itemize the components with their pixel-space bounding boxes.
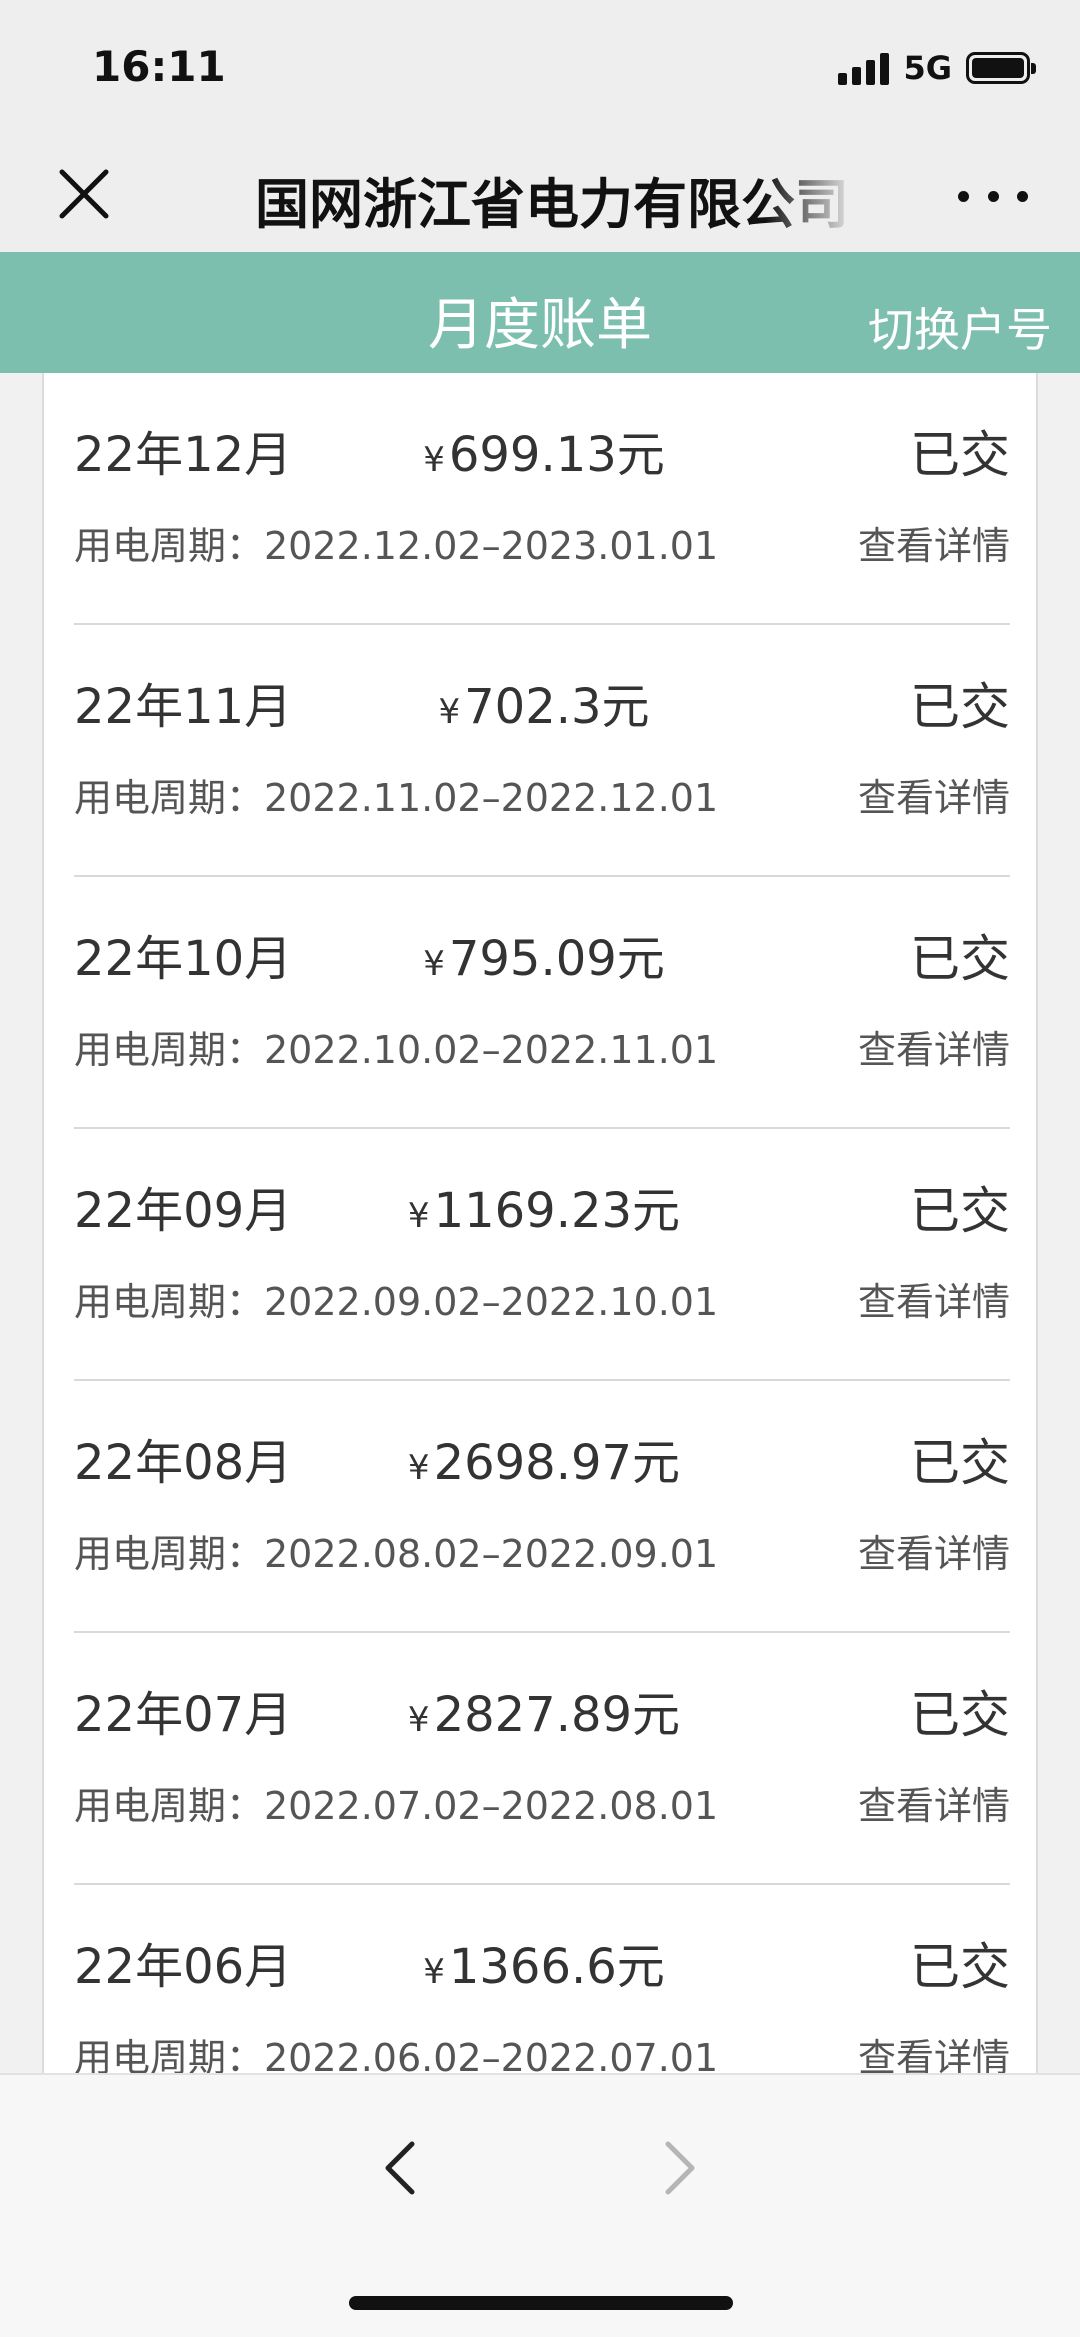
chevron-right-icon	[665, 2141, 695, 2195]
bill-list: 22年12月 ¥699.13元 已交 用电周期：2022.12.02–2023.…	[42, 373, 1038, 2073]
page-header: 月度账单 切换户号	[0, 252, 1080, 373]
bill-month: 22年07月	[74, 1687, 293, 1743]
bill-amount: ¥1366.6元	[423, 1939, 665, 1995]
close-button[interactable]	[52, 162, 116, 226]
more-button[interactable]	[958, 166, 1028, 226]
bill-item: 22年12月 ¥699.13元 已交 用电周期：2022.12.02–2023.…	[74, 373, 1010, 625]
bill-month: 22年12月	[74, 427, 293, 483]
bill-period: 用电周期：2022.09.02–2022.10.01	[74, 1280, 719, 1324]
battery-icon	[966, 52, 1036, 84]
bill-item: 22年10月 ¥795.09元 已交 用电周期：2022.10.02–2022.…	[74, 877, 1010, 1129]
bill-month: 22年06月	[74, 1939, 293, 1995]
bill-period: 用电周期：2022.11.02–2022.12.01	[74, 776, 719, 820]
bill-period: 用电周期：2022.10.02–2022.11.01	[74, 1028, 719, 1072]
bill-month: 22年11月	[74, 679, 293, 735]
bill-amount: ¥795.09元	[423, 931, 665, 987]
forward-button[interactable]	[650, 2133, 710, 2203]
bill-item: 22年11月 ¥702.3元 已交 用电周期：2022.11.02–2022.1…	[74, 625, 1010, 877]
status-icons: 5G	[838, 48, 1036, 88]
home-indicator	[349, 2296, 733, 2310]
signal-icon	[838, 51, 890, 85]
bill-period: 用电周期：2022.12.02–2023.01.01	[74, 524, 719, 568]
bill-amount: ¥702.3元	[438, 679, 650, 735]
status-bar: 16:11 5G	[0, 0, 1080, 136]
view-detail-link[interactable]: 查看详情	[858, 1775, 1010, 1830]
bill-month: 22年08月	[74, 1435, 293, 1491]
bill-status: 已交	[910, 678, 1010, 736]
network-type: 5G	[903, 49, 952, 87]
bill-month: 22年10月	[74, 931, 293, 987]
nav-title: 国网浙江省电力有限公司	[255, 173, 849, 236]
bill-amount: ¥1169.23元	[407, 1183, 681, 1239]
nav-bar: 国网浙江省电力有限公司	[0, 136, 1080, 252]
bill-period: 用电周期：2022.07.02–2022.08.01	[74, 1784, 719, 1828]
bill-amount: ¥2698.97元	[407, 1435, 681, 1491]
close-icon	[59, 169, 109, 219]
bill-status: 已交	[910, 1938, 1010, 1996]
bill-period: 用电周期：2022.08.02–2022.09.01	[74, 1532, 719, 1576]
view-detail-link[interactable]: 查看详情	[858, 1523, 1010, 1578]
bill-period: 用电周期：2022.06.02–2022.07.01	[74, 2036, 719, 2073]
view-detail-link[interactable]: 查看详情	[858, 2027, 1010, 2073]
view-detail-link[interactable]: 查看详情	[858, 1019, 1010, 1074]
bill-status: 已交	[910, 426, 1010, 484]
view-detail-link[interactable]: 查看详情	[858, 767, 1010, 822]
bill-status: 已交	[910, 930, 1010, 988]
bill-item: 22年07月 ¥2827.89元 已交 用电周期：2022.07.02–2022…	[74, 1633, 1010, 1885]
bill-status: 已交	[910, 1434, 1010, 1492]
chevron-left-icon	[385, 2141, 415, 2195]
bill-item: 22年08月 ¥2698.97元 已交 用电周期：2022.08.02–2022…	[74, 1381, 1010, 1633]
more-icon	[958, 190, 969, 202]
bill-amount: ¥2827.89元	[407, 1687, 681, 1743]
view-detail-link[interactable]: 查看详情	[858, 515, 1010, 570]
bill-item: 22年09月 ¥1169.23元 已交 用电周期：2022.09.02–2022…	[74, 1129, 1010, 1381]
bill-status: 已交	[910, 1686, 1010, 1744]
status-time: 16:11	[92, 42, 226, 91]
back-button[interactable]	[370, 2133, 430, 2203]
bill-month: 22年09月	[74, 1183, 293, 1239]
switch-account-button[interactable]: 切换户号	[868, 294, 1052, 360]
view-detail-link[interactable]: 查看详情	[858, 1271, 1010, 1326]
bill-amount: ¥699.13元	[423, 427, 665, 483]
bill-status: 已交	[910, 1182, 1010, 1240]
bill-item: 22年06月 ¥1366.6元 已交 用电周期：2022.06.02–2022.…	[74, 1885, 1010, 2073]
